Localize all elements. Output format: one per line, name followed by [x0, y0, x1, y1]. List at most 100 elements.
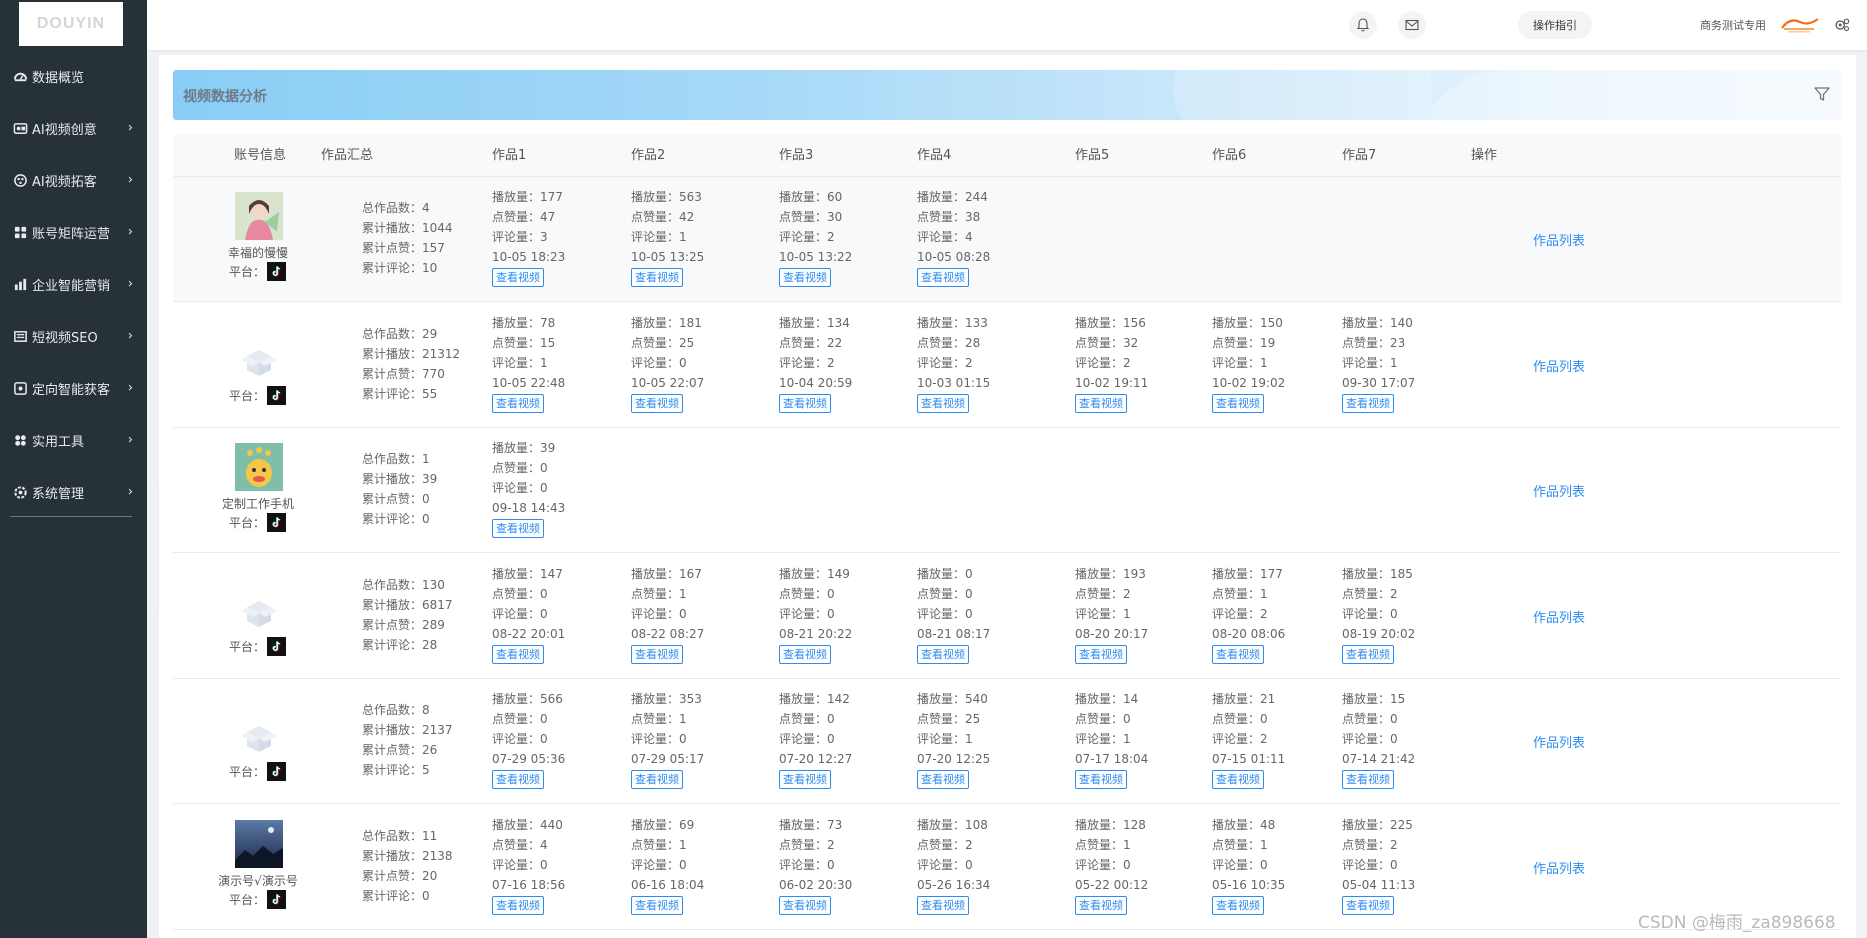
- work-likes-value: 0: [827, 586, 835, 601]
- work-cell: 播放量：156 点赞量：32 评论量：2 10-02 19:11 查看视频: [1075, 313, 1148, 413]
- bell-icon[interactable]: [1349, 11, 1377, 39]
- work-plays: 播放量：150: [1212, 313, 1285, 333]
- avatar[interactable]: [235, 192, 283, 240]
- view-video-button[interactable]: 查看视频: [1342, 644, 1394, 664]
- view-video-button[interactable]: 查看视频: [1075, 895, 1127, 915]
- work-likes-label: 点赞量：: [492, 837, 541, 852]
- works-list-link[interactable]: 作品列表: [1533, 858, 1585, 877]
- work-plays-label: 播放量：: [1342, 315, 1391, 330]
- app-logo[interactable]: DOUYIN: [19, 2, 123, 46]
- work-likes-label: 点赞量：: [631, 837, 680, 852]
- view-video-button[interactable]: 查看视频: [631, 895, 683, 915]
- avatar[interactable]: [235, 588, 283, 637]
- view-video-button[interactable]: 查看视频: [492, 770, 544, 789]
- summary-total-comments-value: 5: [422, 763, 430, 777]
- view-video-button[interactable]: 查看视频: [631, 268, 683, 287]
- view-video-button[interactable]: 查看视频: [631, 770, 683, 789]
- sidebar-item-9[interactable]: 系统管理 ›: [0, 466, 147, 518]
- works-list-link[interactable]: 作品列表: [1533, 481, 1585, 500]
- view-video-button[interactable]: 查看视频: [1212, 644, 1264, 664]
- sidebar-item-5[interactable]: 企业智能营销 ›: [0, 258, 147, 310]
- sidebar-item-8[interactable]: 实用工具 ›: [0, 414, 147, 466]
- summary-total-likes-value: 289: [422, 617, 445, 632]
- avatar[interactable]: [235, 819, 283, 868]
- view-video-button[interactable]: 查看视频: [779, 770, 831, 789]
- view-video-button[interactable]: 查看视频: [1075, 393, 1127, 413]
- view-video-button[interactable]: 查看视频: [779, 895, 831, 915]
- summary-total-works: 总作品数：11: [362, 826, 453, 846]
- user-name[interactable]: 商务测试专用: [1700, 17, 1766, 33]
- work-plays-label: 播放量：: [1212, 817, 1261, 832]
- sidebar-item-3[interactable]: AI视频拓客 ›: [0, 154, 147, 206]
- sidebar-item-label: AI视频拓客: [32, 174, 97, 190]
- view-video-button[interactable]: 查看视频: [492, 644, 544, 664]
- summary-total-comments-label: 累计评论：: [362, 763, 423, 777]
- sidebar-item-7[interactable]: 定向智能获客 ›: [0, 362, 147, 414]
- works-list-link[interactable]: 作品列表: [1533, 607, 1585, 626]
- work-cell: 播放量：177 点赞量：1 评论量：2 08-20 08:06 查看视频: [1212, 564, 1285, 664]
- view-video-button[interactable]: 查看视频: [631, 393, 683, 413]
- view-video-button[interactable]: 查看视频: [1342, 393, 1394, 413]
- view-video-button[interactable]: 查看视频: [1075, 770, 1127, 789]
- view-video-button[interactable]: 查看视频: [779, 393, 831, 413]
- works-list-link[interactable]: 作品列表: [1533, 356, 1585, 375]
- view-video-button[interactable]: 查看视频: [631, 644, 683, 664]
- work-likes-value: 19: [1260, 335, 1276, 350]
- view-video-button[interactable]: 查看视频: [1342, 895, 1394, 915]
- work-plays-label: 播放量：: [779, 692, 828, 706]
- work-time: 05-26 16:34: [917, 877, 991, 892]
- summary-total-likes-value: 157: [422, 241, 445, 255]
- sidebar-item-2[interactable]: AI视频创意 ›: [0, 102, 147, 154]
- works-list-link[interactable]: 作品列表: [1533, 230, 1585, 249]
- filter-icon[interactable]: [1813, 85, 1831, 103]
- work-comments: 评论量：1: [1342, 353, 1415, 373]
- avatar[interactable]: [235, 337, 283, 386]
- view-video-button[interactable]: 查看视频: [1212, 770, 1264, 789]
- view-video-button[interactable]: 查看视频: [917, 895, 969, 915]
- settings-gear-icon[interactable]: [1829, 12, 1855, 38]
- view-video-button[interactable]: 查看视频: [1342, 770, 1394, 789]
- work-comments-label: 评论量：: [492, 481, 541, 495]
- view-video-button[interactable]: 查看视频: [492, 268, 544, 287]
- mail-icon[interactable]: [1398, 11, 1426, 39]
- work-plays-value: 128: [1123, 817, 1146, 832]
- view-video-button[interactable]: 查看视频: [917, 644, 969, 664]
- tiktok-icon: [267, 636, 287, 656]
- work-likes-label: 点赞量：: [779, 335, 828, 350]
- work-likes-label: 点赞量：: [779, 210, 828, 224]
- view-video-button[interactable]: 查看视频: [492, 519, 544, 538]
- work-comments: 评论量：0: [492, 478, 565, 498]
- work-plays: 播放量：128: [1075, 815, 1148, 835]
- work-cell: 播放量：540 点赞量：25 评论量：1 07-20 12:25 查看视频: [917, 689, 990, 789]
- view-video-button[interactable]: 查看视频: [917, 393, 969, 413]
- works-list-link[interactable]: 作品列表: [1533, 732, 1585, 751]
- sidebar-item-4[interactable]: 账号矩阵运营 ›: [0, 206, 147, 258]
- view-video-button[interactable]: 查看视频: [492, 895, 544, 915]
- summary-total-comments: 累计评论：5: [362, 760, 453, 780]
- view-video-button[interactable]: 查看视频: [1075, 644, 1127, 664]
- view-video-button[interactable]: 查看视频: [779, 268, 831, 287]
- guide-button[interactable]: 操作指引: [1518, 11, 1592, 39]
- work-comments-label: 评论量：: [492, 857, 541, 872]
- view-video-button[interactable]: 查看视频: [1212, 393, 1264, 413]
- work-plays: 播放量：0: [917, 564, 990, 584]
- view-video-button[interactable]: 查看视频: [917, 268, 969, 287]
- avatar[interactable]: [235, 714, 283, 762]
- work-comments-value: 2: [965, 355, 973, 370]
- work-plays-value: 563: [679, 190, 702, 204]
- summary-total-likes-value: 770: [422, 366, 445, 381]
- work-plays: 播放量：142: [779, 689, 852, 709]
- sidebar-item-1[interactable]: 数据概览: [0, 50, 147, 102]
- work-comments-value: 0: [827, 606, 835, 621]
- chevron-right-icon: ›: [127, 224, 133, 240]
- view-video-button[interactable]: 查看视频: [779, 644, 831, 664]
- work-likes-label: 点赞量：: [917, 586, 966, 601]
- work-likes: 点赞量：0: [779, 584, 852, 604]
- sidebar-item-6[interactable]: 短视频SEO ›: [0, 310, 147, 362]
- avatar[interactable]: [235, 443, 283, 491]
- view-video-button[interactable]: 查看视频: [492, 393, 544, 413]
- view-video-button[interactable]: 查看视频: [917, 770, 969, 789]
- view-video-button[interactable]: 查看视频: [1212, 895, 1264, 915]
- summary-total-plays-label: 累计播放：: [362, 472, 423, 486]
- account-info: 平台：: [193, 679, 323, 804]
